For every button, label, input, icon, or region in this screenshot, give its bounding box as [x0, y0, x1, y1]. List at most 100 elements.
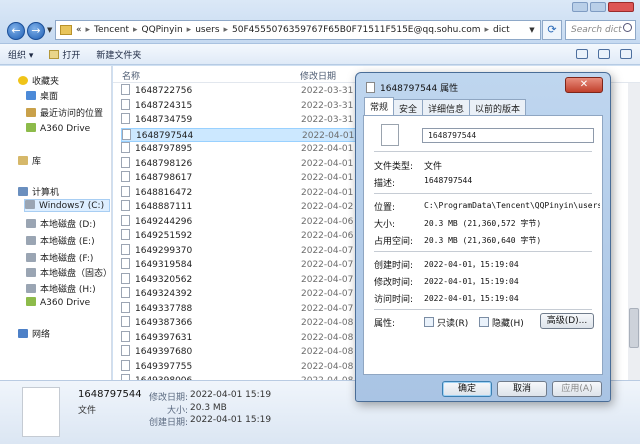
scrollbar-thumb[interactable] [629, 308, 639, 348]
file-name: 1649337788 [135, 303, 193, 314]
file-date: 2022-04-01 2 [301, 187, 362, 198]
file-date: 2022-04-01 1 [301, 173, 362, 183]
apply-button[interactable]: 应用(A) [552, 381, 602, 397]
accessed-value: 2022-04-01，15:19:04 [424, 294, 519, 303]
filename-field[interactable]: 1648797544 [422, 128, 594, 143]
command-toolbar: 组织 ▾ 打开 新建文件夹 [0, 44, 640, 65]
file-date: 2022-04-08 1 [301, 347, 362, 357]
hidden-checkbox[interactable] [479, 317, 489, 327]
hard-drive-icon [26, 268, 36, 277]
desktop-icon [26, 91, 36, 100]
breadcrumb-qqpinyin[interactable]: QQPinyin [142, 25, 183, 35]
cancel-button[interactable]: 取消 [497, 381, 547, 397]
column-header-date[interactable]: 修改日期 [300, 69, 336, 82]
nav-drive-label: 本地磁盘 (D:) [40, 220, 96, 230]
file-date: 2022-03-31 1 [301, 100, 362, 111]
tab-details[interactable]: 详细信息 [422, 99, 471, 115]
computer-icon [18, 187, 28, 196]
open-button[interactable]: 打开 [41, 48, 88, 61]
nav-desktop-label: 桌面 [40, 92, 59, 102]
file-name: 1649387366 [135, 318, 193, 328]
readonly-label[interactable]: 只读(R) [437, 316, 468, 329]
organize-button[interactable]: 组织 ▾ [0, 48, 41, 61]
size-value: 20.3 MB (21,360,572 字节) [424, 219, 542, 228]
breadcrumb-overflow[interactable]: « [76, 25, 82, 35]
window-controls [572, 2, 634, 12]
file-icon [121, 243, 130, 255]
file-icon [121, 345, 130, 356]
maximize-button[interactable] [590, 2, 606, 12]
file-icon [121, 98, 130, 110]
file-date: 2022-04-06 2 [301, 231, 362, 241]
new-folder-button[interactable]: 新建文件夹 [88, 48, 149, 61]
refresh-button[interactable]: ⟳ [542, 20, 562, 40]
file-name: 1648798126 [135, 158, 193, 169]
file-name: 1648816472 [135, 187, 193, 198]
tab-security[interactable]: 安全 [393, 99, 424, 115]
nav-network[interactable]: 网络 [18, 327, 50, 340]
nav-recent-places[interactable]: 最近访问的位置 [26, 106, 103, 119]
back-button[interactable]: ← [7, 22, 25, 40]
nav-drive-d[interactable]: 本地磁盘 (D:) [26, 217, 96, 230]
hard-drive-icon [26, 284, 36, 293]
file-icon [121, 214, 130, 226]
search-icon [623, 23, 632, 32]
nav-libraries[interactable]: 库 [18, 154, 41, 167]
file-icon [121, 171, 130, 182]
nav-a360-drive[interactable]: A360 Drive [26, 123, 90, 134]
vertical-scrollbar[interactable] [628, 83, 640, 380]
minimize-button[interactable] [572, 2, 588, 12]
file-icon [121, 142, 130, 153]
breadcrumb-user-id[interactable]: 50F4555076359767F65B0F71511F515E@qq.sohu… [232, 25, 480, 35]
nav-drive-c[interactable]: Windows7 (C:) [24, 199, 110, 212]
search-input[interactable]: Search dict [565, 20, 636, 40]
close-window-button[interactable] [608, 2, 634, 12]
dialog-close-button[interactable]: ✕ [565, 77, 603, 93]
hard-drive-icon [25, 200, 35, 209]
general-tab-panel: 1648797544 文件类型: 文件 描述: 1648797544 位置: C… [363, 115, 603, 375]
forward-button[interactable]: → [27, 22, 45, 40]
address-breadcrumb[interactable]: « ▸ Tencent ▸ QQPinyin ▸ users ▸ 50F4555… [55, 20, 541, 40]
hard-drive-icon [26, 219, 36, 228]
help-icon[interactable] [620, 49, 632, 59]
divider [374, 309, 592, 310]
breadcrumb-tencent[interactable]: Tencent [94, 25, 129, 35]
view-options-icon[interactable] [576, 49, 588, 59]
star-icon [18, 76, 28, 85]
file-name: 1648887111 [135, 202, 193, 212]
advanced-button[interactable]: 高级(D)... [540, 313, 594, 329]
ok-button[interactable]: 确定 [442, 381, 492, 397]
nav-computer[interactable]: 计算机 [18, 185, 59, 198]
file-name: 1648798617 [135, 173, 193, 183]
file-icon [121, 258, 130, 269]
details-created-value: 2022-04-01 15:19 [190, 415, 272, 425]
location-label: 位置: [374, 203, 396, 213]
file-name: 1648797895 [135, 144, 193, 154]
address-dropdown-icon[interactable]: ▼ [525, 21, 539, 39]
file-date: 2022-04-01 1 [302, 130, 363, 141]
preview-pane-icon[interactable] [598, 49, 610, 59]
nav-a360-drive-2[interactable]: A360 Drive [26, 297, 90, 308]
divider [374, 193, 592, 194]
nav-drive-f[interactable]: 本地磁盘 (F:) [26, 251, 93, 264]
tab-general[interactable]: 常规 [364, 97, 395, 115]
nav-drive-e[interactable]: 本地磁盘 (E:) [26, 234, 95, 247]
type-value: 文件 [424, 162, 443, 172]
breadcrumb-dict[interactable]: dict [493, 25, 510, 35]
file-name: 1649397755 [135, 361, 193, 372]
readonly-checkbox[interactable] [424, 317, 434, 327]
tab-previous-versions[interactable]: 以前的版本 [469, 99, 527, 115]
recent-pages-dropdown-icon[interactable]: ▼ [47, 26, 52, 34]
nav-favorites[interactable]: 收藏夹 [18, 74, 59, 87]
file-date: 2022-04-06 1 [301, 216, 362, 227]
file-icon [121, 200, 130, 211]
nav-drive-ssd[interactable]: 本地磁盘（固态） [26, 266, 112, 279]
navigation-pane: 收藏夹 桌面 最近访问的位置 A360 Drive 库 计算机 Windows7… [0, 66, 112, 380]
nav-desktop[interactable]: 桌面 [26, 89, 58, 102]
hidden-label[interactable]: 隐藏(H) [492, 316, 524, 329]
column-header-name[interactable]: 名称 [122, 69, 140, 82]
breadcrumb-users[interactable]: users [195, 25, 219, 35]
nav-drive-h[interactable]: 本地磁盘 (H:) [26, 282, 96, 295]
nav-recent-label: 最近访问的位置 [40, 109, 104, 119]
details-created-label: 创建日期: [148, 418, 188, 428]
